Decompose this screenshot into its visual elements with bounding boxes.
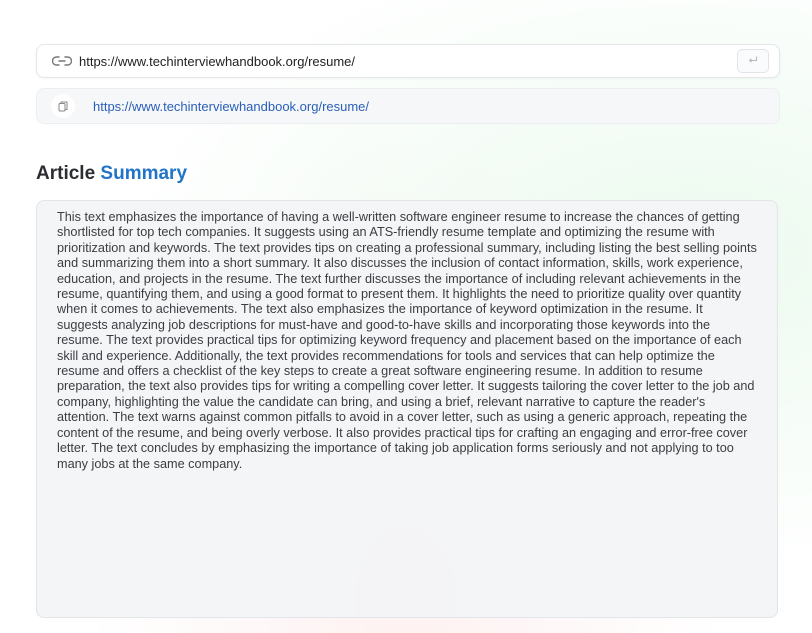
source-card: https://www.techinterviewhandbook.org/re… [36, 88, 780, 124]
link-icon [51, 54, 73, 68]
heading-prefix: Article [36, 163, 96, 184]
source-link[interactable]: https://www.techinterviewhandbook.org/re… [93, 99, 369, 114]
section-heading: Article Summary [36, 163, 187, 185]
enter-icon [748, 55, 758, 67]
url-bar [36, 44, 780, 78]
url-input[interactable] [79, 46, 737, 76]
heading-accent: Summary [100, 163, 188, 184]
page: https://www.techinterviewhandbook.org/re… [0, 0, 812, 633]
submit-button[interactable] [737, 49, 769, 73]
summary-box: This text emphasizes the importance of h… [36, 200, 778, 618]
summary-text: This text emphasizes the importance of h… [57, 210, 757, 471]
document-icon [51, 94, 75, 118]
